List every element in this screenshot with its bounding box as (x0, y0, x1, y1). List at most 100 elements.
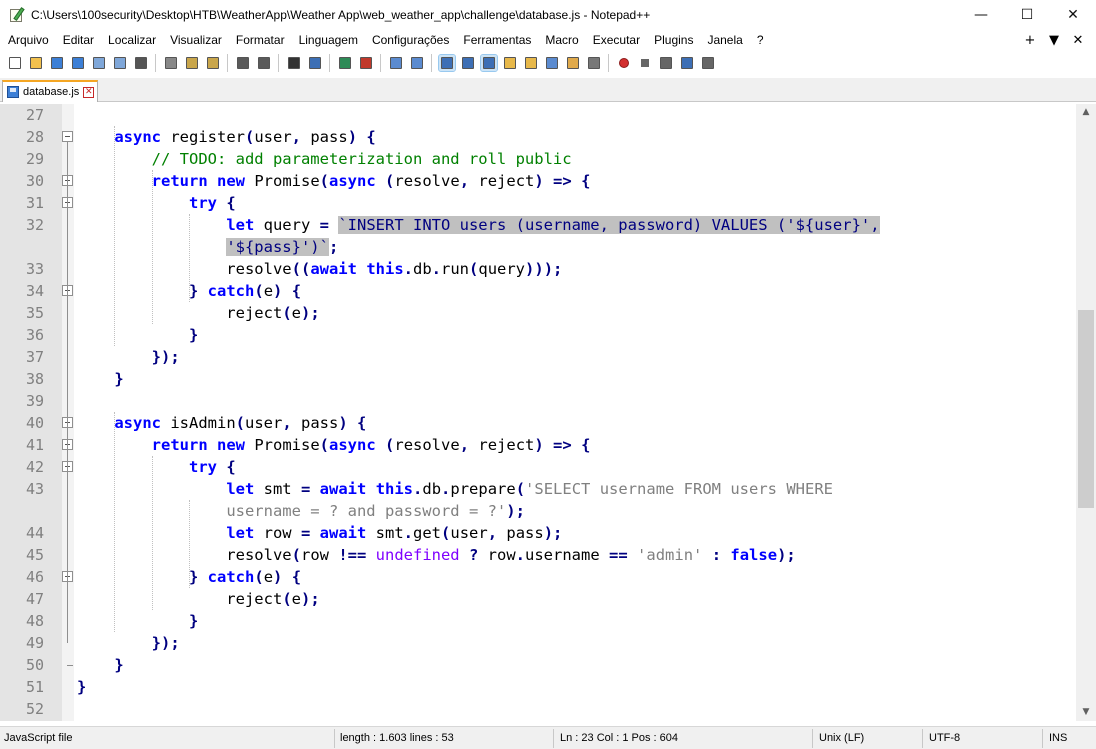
scroll-up-icon[interactable]: ▲ (1076, 104, 1096, 121)
code-editor[interactable]: 27 28 async register(user, pass) {29 // T… (0, 104, 1076, 721)
code-line[interactable]: 36 } (0, 324, 1076, 346)
code-line[interactable]: 48 } (0, 610, 1076, 632)
show-all-chars-icon[interactable] (460, 55, 476, 71)
code-line[interactable]: 30 return new Promise(async (resolve, re… (0, 170, 1076, 192)
notepadpp-app-icon[interactable] (9, 7, 25, 23)
save-all-icon[interactable] (70, 55, 86, 71)
menu-linguagem[interactable]: Linguagem (292, 30, 365, 50)
print-icon[interactable] (133, 55, 149, 71)
code-line[interactable]: 47 reject(e); (0, 588, 1076, 610)
code-line[interactable]: 38 } (0, 368, 1076, 390)
menu-editar[interactable]: Editar (56, 30, 101, 50)
close-doc-icon[interactable]: ✕ (1066, 33, 1090, 48)
redo-icon[interactable] (256, 55, 272, 71)
code-line[interactable]: 49 }); (0, 632, 1076, 654)
minimize-button[interactable]: — (958, 0, 1004, 30)
code-line[interactable]: 41 return new Promise(async (resolve, re… (0, 434, 1076, 456)
new-file-icon[interactable] (7, 55, 23, 71)
code-token: { (291, 282, 302, 300)
code-line[interactable]: 35 reject(e); (0, 302, 1076, 324)
function-list-icon[interactable] (544, 55, 560, 71)
code-text: }); (77, 346, 180, 368)
menu-executar[interactable]: Executar (586, 30, 647, 50)
menu-arquivo[interactable]: Arquivo (0, 30, 56, 50)
code-line[interactable]: 29 // TODO: add parameterization and rol… (0, 148, 1076, 170)
replace-icon[interactable] (307, 55, 323, 71)
record-macro-icon[interactable] (616, 55, 632, 71)
play-macro-icon[interactable] (658, 55, 674, 71)
udl-icon[interactable] (502, 55, 518, 71)
code-line[interactable]: 46 } catch(e) { (0, 566, 1076, 588)
code-line[interactable]: 50 } (0, 654, 1076, 676)
status-position: Ln : 23 Col : 1 Pos : 604 (560, 732, 679, 744)
word-wrap-icon[interactable] (438, 53, 456, 72)
code-line[interactable]: 45 resolve(row !== undefined ? row.usern… (0, 544, 1076, 566)
vertical-scrollbar[interactable]: ▲ ▼ (1076, 104, 1096, 721)
tab-database-js[interactable]: database.js ✕ (2, 80, 98, 102)
scrollbar-thumb[interactable] (1078, 310, 1094, 508)
cut-icon[interactable] (163, 55, 179, 71)
undo-icon[interactable] (235, 55, 251, 71)
new-tab-plus-icon[interactable]: + (1018, 33, 1042, 48)
menu-visualizar[interactable]: Visualizar (163, 30, 229, 50)
code-line[interactable]: 28 async register(user, pass) { (0, 126, 1076, 148)
status-encoding[interactable]: UTF-8 (925, 727, 960, 749)
code-token: ; (328, 238, 339, 256)
code-line[interactable]: 39 (0, 390, 1076, 412)
code-line[interactable]: 44 let row = await smt.get(user, pass); (0, 522, 1076, 544)
menu-macro[interactable]: Macro (538, 30, 585, 50)
menu-janela[interactable]: Janela (700, 30, 749, 50)
menu-ferramentas[interactable]: Ferramentas (456, 30, 538, 50)
find-icon[interactable] (286, 55, 302, 71)
code-line[interactable]: 34 } catch(e) { (0, 280, 1076, 302)
menu-localizar[interactable]: Localizar (101, 30, 163, 50)
status-eol[interactable]: Unix (LF) (815, 727, 864, 749)
monitoring-icon[interactable] (586, 55, 602, 71)
code-token: . (413, 480, 423, 498)
indent-guide-icon[interactable] (480, 53, 498, 72)
code-line[interactable]: 42 try { (0, 456, 1076, 478)
code-token: }); (151, 634, 180, 652)
copy-icon[interactable] (184, 55, 200, 71)
sync-horizontal-icon[interactable] (409, 55, 425, 71)
menu-help[interactable]: ? (750, 30, 771, 50)
scroll-down-icon[interactable]: ▼ (1076, 704, 1096, 721)
title-bar: C:\Users\100security\Desktop\HTB\Weather… (0, 0, 1096, 30)
code-line[interactable]: 27 (0, 104, 1076, 126)
code-line[interactable]: '${pass}')`; (0, 236, 1076, 258)
zoom-out-icon[interactable] (358, 55, 374, 71)
code-line[interactable]: 51} (0, 676, 1076, 698)
maximize-button[interactable]: ☐ (1004, 0, 1050, 30)
stop-macro-icon[interactable] (637, 55, 653, 71)
code-line[interactable]: username = ? and password = ?'); (0, 500, 1076, 522)
paste-icon[interactable] (205, 55, 221, 71)
sync-vertical-icon[interactable] (388, 55, 404, 71)
run-macro-multiple-icon[interactable] (679, 55, 695, 71)
save-icon[interactable] (49, 55, 65, 71)
close-all-icon[interactable] (112, 55, 128, 71)
status-file-type: JavaScript file (4, 732, 73, 744)
menu-plugins[interactable]: Plugins (647, 30, 700, 50)
code-line[interactable]: 52 (0, 698, 1076, 720)
save-macro-icon[interactable] (700, 55, 716, 71)
open-file-icon[interactable] (28, 55, 44, 71)
menu-formatar[interactable]: Formatar (229, 30, 292, 50)
tab-list-dropdown-icon[interactable]: ▼ (1042, 33, 1066, 48)
fold-toggle-icon[interactable] (62, 131, 73, 142)
close-icon[interactable] (91, 55, 107, 71)
folder-workspace-icon[interactable] (565, 55, 581, 71)
tab-close-icon[interactable]: ✕ (83, 86, 95, 98)
code-line[interactable]: 33 resolve((await this.db.run(query))); (0, 258, 1076, 280)
close-window-button[interactable]: ✕ (1050, 0, 1096, 30)
menu-configuracoes[interactable]: Configurações (365, 30, 456, 50)
code-line[interactable]: 43 let smt = await this.db.prepare('SELE… (0, 478, 1076, 500)
doc-map-icon[interactable] (523, 55, 539, 71)
code-line[interactable]: 31 try { (0, 192, 1076, 214)
code-line[interactable]: 32 let query = `INSERT INTO users (usern… (0, 214, 1076, 236)
code-line[interactable]: 40 async isAdmin(user, pass) { (0, 412, 1076, 434)
code-line[interactable]: 37 }); (0, 346, 1076, 368)
zoom-in-icon[interactable] (337, 55, 353, 71)
